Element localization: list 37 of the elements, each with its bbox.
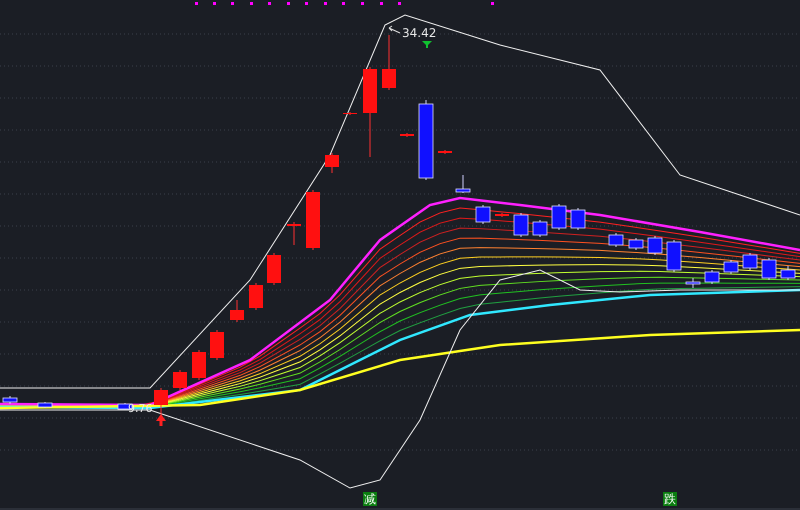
candle [476,204,490,224]
down-arrow-icon [422,41,432,48]
candle [628,238,644,250]
candle [343,112,357,116]
candle [686,278,700,288]
candle [532,220,548,238]
candle [514,212,528,238]
candle [648,236,662,256]
candle [704,270,720,284]
candle [287,222,301,246]
candle [325,152,339,174]
candle [495,212,509,218]
candle [570,208,586,230]
candle [456,174,470,194]
candle [780,266,796,280]
candle [608,232,624,248]
signal-label: 跌 [663,492,677,506]
candle [306,190,320,250]
leader-line [388,26,400,34]
candle [742,252,758,270]
candle [666,240,682,272]
candle [762,258,776,280]
candle [2,396,18,404]
candle [230,300,244,322]
candle [173,370,187,390]
candle [267,252,281,286]
candle [38,402,52,408]
candle [552,204,566,230]
high-price-label: 34.42 [402,27,436,39]
up-arrow-icon [156,414,166,426]
low-price-label: 9.76 [128,403,152,414]
candle [249,282,263,310]
candle [382,34,396,90]
candle [210,330,224,360]
candle [192,350,206,380]
signal-label: 减 [363,492,377,506]
candle [724,260,738,274]
